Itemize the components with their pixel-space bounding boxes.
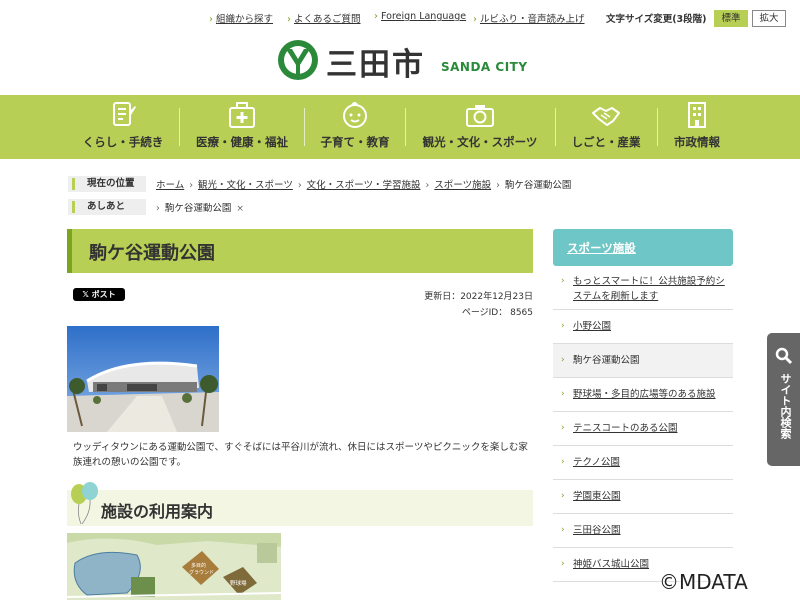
sidebar-item[interactable]: › 学園東公園 [553, 480, 733, 514]
site-name-en: SANDA CITY [441, 60, 528, 74]
svg-text:多目的: 多目的 [191, 562, 206, 569]
breadcrumb-link-home[interactable]: ホーム [156, 180, 184, 191]
medical-kit-icon [229, 102, 255, 128]
gnav-item-city-info[interactable]: 市政情報 [658, 95, 736, 159]
copyright-watermark: ©MDATA [659, 570, 748, 594]
sidebar-item[interactable]: › テニスコートのある公園 [553, 412, 733, 446]
gnav-item-health[interactable]: 医療・健康・福祉 [180, 95, 304, 159]
city-emblem-icon [278, 40, 318, 80]
page-meta: 更新日：2022年12月23日 ページID： 8565 [424, 289, 533, 321]
breadcrumb-link-sports[interactable]: スポーツ施設 [434, 180, 491, 191]
site-search-tab[interactable]: サイト内検索 [767, 333, 800, 466]
util-link-foreign-language[interactable]: › Foreign Language [374, 11, 466, 22]
util-link-ruby-speech[interactable]: › ルビふり・音声読み上げ [473, 11, 585, 25]
breadcrumb-current: 駒ケ谷運動公園 [504, 180, 572, 191]
building-icon [688, 102, 706, 128]
history-close-icon[interactable]: × [236, 204, 244, 214]
breadcrumb-link-tourism[interactable]: 観光・文化・スポーツ [198, 180, 293, 191]
sidebar-heading[interactable]: スポーツ施設 [553, 229, 733, 266]
site-logo[interactable]: 三田市 SANDA CITY [276, 36, 536, 84]
gnav-item-work[interactable]: しごと・産業 [556, 95, 656, 159]
site-search-label: サイト内検索 [779, 373, 792, 439]
document-icon [113, 102, 136, 126]
facility-description: ウッディタウンにある運動公園で、すぐそばには平谷川が流れ、休日にはスポーツやピク… [73, 442, 528, 468]
svg-text:グラウンド: グラウンド [189, 569, 214, 576]
page-id: ページID： 8565 [461, 308, 533, 318]
global-nav: くらし・手続き 医療・健康・福祉 子育て・教育 観光・文化・スポーツ しごと・産… [0, 95, 800, 159]
x-post-button[interactable]: 𝕏 ポスト [73, 288, 125, 301]
sidebar-item-current[interactable]: › 駒ケ谷運動公園 [553, 344, 733, 378]
section-header: 施設の利用案内 [67, 482, 533, 526]
gnav-item-tourism[interactable]: 観光・文化・スポーツ [406, 95, 554, 159]
history-item[interactable]: 駒ケ谷運動公園 [165, 203, 232, 214]
baby-face-icon [343, 102, 367, 128]
site-name: 三田市 [326, 47, 425, 83]
sidebar-item[interactable]: › もっとスマートに！公共施設予約システムを刷新します [553, 266, 733, 310]
balloons-icon [71, 482, 98, 525]
facility-photo [67, 326, 219, 432]
sidebar-item[interactable]: › 三田谷公園 [553, 514, 733, 548]
gnav-item-living[interactable]: くらし・手続き [68, 95, 178, 159]
handshake-icon [592, 107, 620, 126]
camera-icon [466, 105, 494, 127]
sidebar-list: › もっとスマートに！公共施設予約システムを刷新します › 小野公園 › 駒ケ谷運動公… [553, 266, 733, 582]
page-title: 駒ケ谷運動公園 [89, 243, 215, 264]
sidebar-item[interactable]: › 小野公園 [553, 310, 733, 344]
gnav-item-childcare[interactable]: 子育て・教育 [305, 95, 405, 159]
sidebar-item[interactable]: › テクノ公園 [553, 446, 733, 480]
font-size-large-button[interactable]: 拡大 [752, 10, 786, 27]
utility-bar: › 組織から探す › よくあるご質問 › Foreign Language › ルビふり… [0, 10, 800, 28]
facility-map: 多目的 グラウンド 野球場 [67, 533, 281, 600]
svg-text:野球場: 野球場 [230, 579, 247, 587]
breadcrumb-link-facilities[interactable]: 文化・スポーツ・学習施設 [307, 180, 421, 191]
page-title-bar: 駒ケ谷運動公園 [67, 229, 533, 273]
history-label: あしあと [68, 199, 146, 215]
util-link-faq[interactable]: › よくあるご質問 [287, 11, 361, 25]
font-size-label: 文字サイズ変更(3段階) [606, 14, 707, 25]
sidebar-item[interactable]: › 野球場・多目的広場等のある施設 [553, 378, 733, 412]
updated-date: 更新日：2022年12月23日 [424, 292, 533, 302]
breadcrumb-label: 現在の位置 [68, 176, 146, 192]
section-title: 施設の利用案内 [101, 502, 214, 521]
font-size-standard-button[interactable]: 標準 [714, 10, 748, 27]
util-link-organization[interactable]: › 組織から探す [209, 11, 273, 25]
search-icon [775, 347, 793, 365]
